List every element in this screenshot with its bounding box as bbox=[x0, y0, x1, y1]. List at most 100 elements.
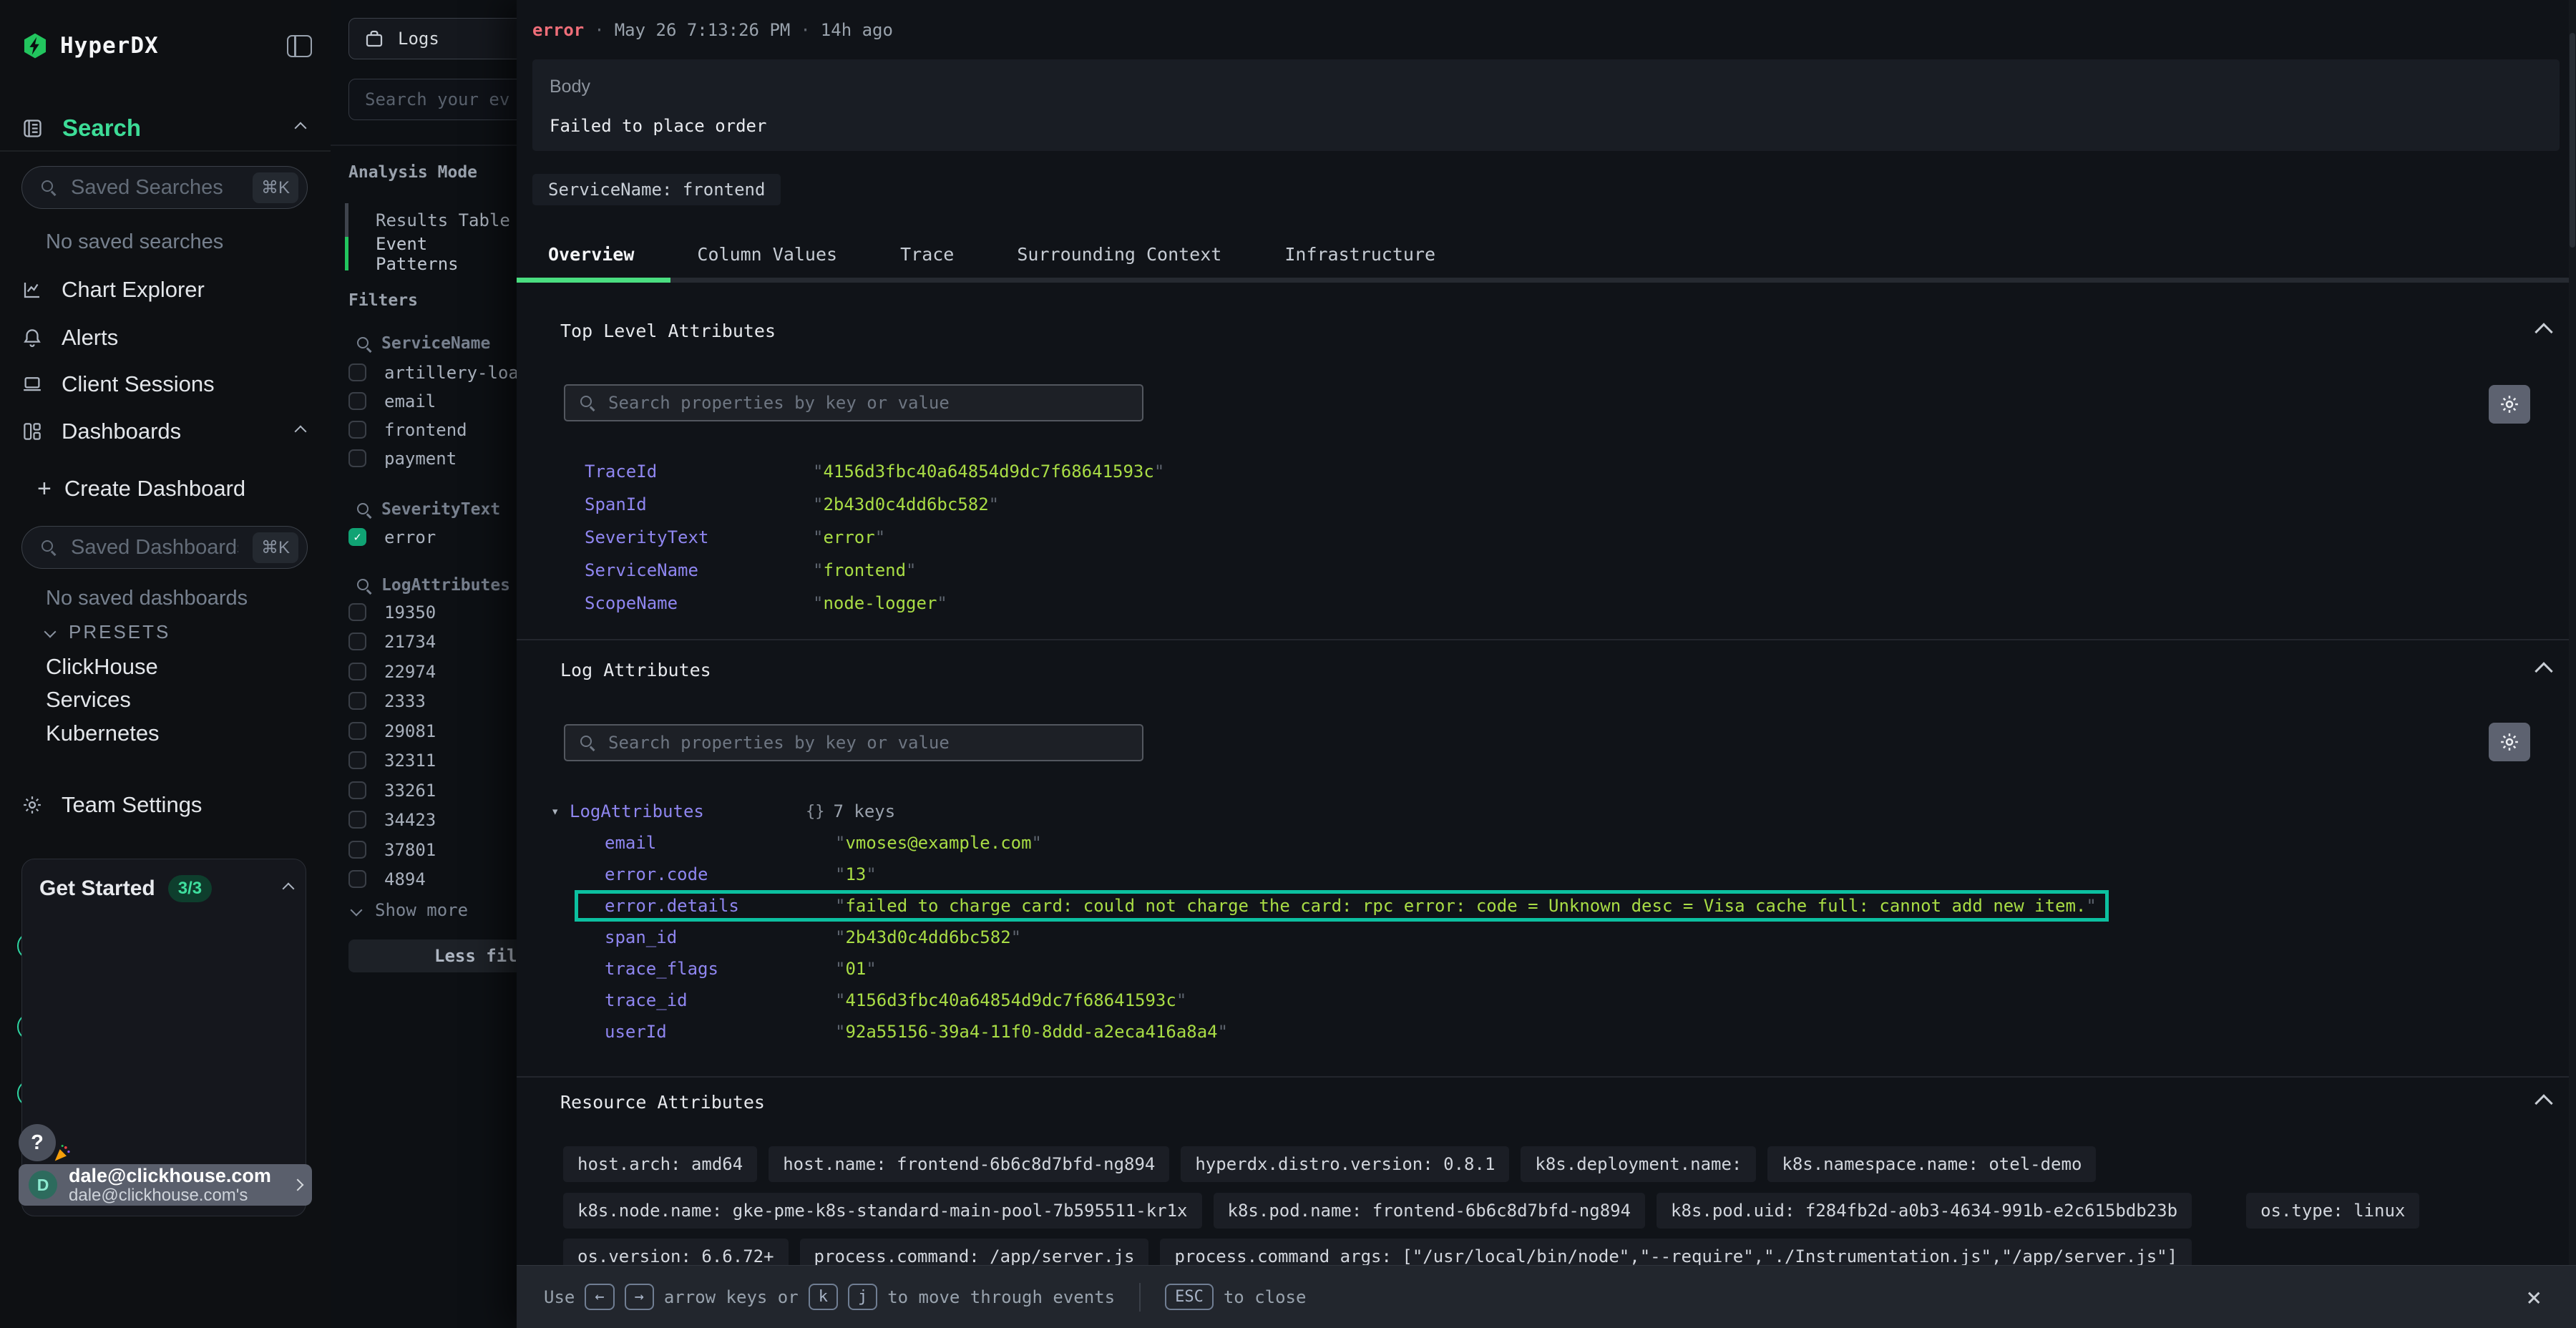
attribute-row[interactable]: error.code "13" bbox=[605, 864, 2109, 885]
attribute-row[interactable]: ScopeName "node-logger" bbox=[585, 592, 1164, 614]
checkbox[interactable] bbox=[348, 392, 366, 410]
attribute-key[interactable]: LogAttributes bbox=[570, 801, 806, 821]
chevron-up-icon[interactable] bbox=[283, 883, 295, 895]
help-button[interactable]: ? bbox=[19, 1124, 56, 1161]
resource-chip[interactable]: os.type: linux bbox=[2246, 1193, 2419, 1229]
filter-option[interactable]: artillery-loa bbox=[348, 363, 517, 382]
attribute-row-highlighted[interactable]: error.details "failed to charge card: co… bbox=[575, 890, 2109, 922]
property-search-input[interactable] bbox=[607, 732, 1128, 753]
checkbox[interactable] bbox=[348, 841, 366, 859]
checkbox[interactable] bbox=[348, 363, 366, 381]
sidebar-item-alerts[interactable]: Alerts bbox=[21, 323, 309, 352]
filter-option[interactable]: email bbox=[348, 391, 436, 411]
search-icon[interactable] bbox=[356, 336, 371, 351]
user-menu[interactable]: D dale@clickhouse.com dale@clickhouse.co… bbox=[19, 1164, 312, 1206]
mode-event-patterns[interactable]: Event Patterns bbox=[345, 237, 517, 270]
filter-option[interactable]: 2333 bbox=[348, 691, 426, 711]
source-select-button[interactable]: Logs bbox=[348, 18, 517, 59]
attribute-key[interactable]: ServiceName bbox=[585, 560, 813, 580]
attribute-key[interactable]: userId bbox=[605, 1022, 835, 1042]
sidebar-item-services[interactable]: Services bbox=[46, 688, 131, 712]
filter-option[interactable]: 19350 bbox=[348, 602, 436, 622]
show-more-button[interactable]: Show more bbox=[352, 900, 468, 920]
attribute-value[interactable]: vmoses@example.com bbox=[845, 833, 1031, 853]
tab-infrastructure[interactable]: Infrastructure bbox=[1253, 230, 1467, 278]
tab-column-values[interactable]: Column Values bbox=[665, 230, 869, 278]
sidebar-item-dashboards[interactable]: Dashboards bbox=[21, 417, 309, 446]
filter-option[interactable]: 33261 bbox=[348, 781, 436, 800]
attribute-value[interactable]: frontend bbox=[823, 560, 906, 580]
attribute-row[interactable]: SeverityText "error" bbox=[585, 527, 1164, 548]
sidebar-item-chart-explorer[interactable]: Chart Explorer bbox=[21, 275, 309, 304]
attribute-key[interactable]: error.code bbox=[605, 864, 835, 884]
create-dashboard-button[interactable]: + Create Dashboard bbox=[37, 474, 245, 503]
property-search-input[interactable] bbox=[607, 392, 1128, 414]
mode-results-table[interactable]: Results Table bbox=[345, 203, 510, 237]
checkbox[interactable] bbox=[348, 811, 366, 829]
attribute-key[interactable]: SeverityText bbox=[585, 527, 813, 547]
tab-overview[interactable]: Overview bbox=[517, 230, 665, 278]
attribute-row[interactable]: email "vmoses@example.com" bbox=[605, 832, 2109, 854]
attribute-value[interactable]: node-logger bbox=[823, 593, 937, 613]
resource-chip[interactable]: hyperdx.distro.version: 0.8.1 bbox=[1181, 1146, 1509, 1182]
collapse-section-icon[interactable] bbox=[2534, 323, 2552, 341]
checkbox[interactable] bbox=[348, 633, 366, 650]
filter-option[interactable]: 37801 bbox=[348, 840, 436, 859]
event-search-box[interactable] bbox=[348, 79, 517, 120]
attribute-row[interactable]: trace_flags "01" bbox=[605, 958, 2109, 980]
attribute-value[interactable]: 13 bbox=[845, 864, 866, 884]
resource-chip[interactable]: k8s.node.name: gke-pme-k8s-standard-main… bbox=[563, 1193, 1202, 1229]
attribute-key[interactable]: ScopeName bbox=[585, 593, 813, 613]
sidebar-item-client-sessions[interactable]: Client Sessions bbox=[21, 370, 309, 399]
attribute-value[interactable]: 92a55156-39a4-11f0-8ddd-a2eca416a8a4 bbox=[845, 1022, 1217, 1042]
attribute-row[interactable]: SpanId "2b43d0c4dd6bc582" bbox=[585, 494, 1164, 515]
collapse-section-icon[interactable] bbox=[2534, 662, 2552, 680]
attribute-value[interactable]: 4156d3fbc40a64854d9dc7f68641593c bbox=[845, 990, 1176, 1010]
attribute-row[interactable]: TraceId "4156d3fbc40a64854d9dc7f68641593… bbox=[585, 461, 1164, 482]
attribute-value[interactable]: error bbox=[823, 527, 874, 547]
attribute-key[interactable]: TraceId bbox=[585, 462, 813, 482]
checkbox[interactable] bbox=[348, 603, 366, 621]
attribute-value[interactable]: 4156d3fbc40a64854d9dc7f68641593c bbox=[823, 462, 1153, 482]
attribute-value[interactable]: 01 bbox=[845, 959, 866, 979]
tree-expand-icon[interactable]: ▾ bbox=[551, 804, 570, 819]
filter-option[interactable]: 32311 bbox=[348, 751, 436, 770]
event-search-input[interactable] bbox=[364, 89, 517, 110]
chevron-up-icon[interactable] bbox=[295, 122, 307, 135]
attribute-row[interactable]: userId "92a55156-39a4-11f0-8ddd-a2eca416… bbox=[605, 1021, 2109, 1043]
saved-dashboards-input[interactable] bbox=[69, 535, 240, 560]
attribute-key[interactable]: SpanId bbox=[585, 494, 813, 514]
sidebar-item-kubernetes[interactable]: Kubernetes bbox=[46, 721, 160, 746]
saved-dashboards-search[interactable]: ⌘K bbox=[21, 526, 308, 569]
attributes-settings-button[interactable] bbox=[2489, 723, 2530, 761]
checkbox[interactable] bbox=[348, 449, 366, 467]
attribute-value[interactable]: failed to charge card: could not charge … bbox=[845, 896, 2086, 916]
service-name-chip[interactable]: ServiceName: frontend bbox=[532, 174, 781, 205]
less-filters-button[interactable]: Less fil bbox=[348, 939, 517, 972]
attribute-value[interactable]: 2b43d0c4dd6bc582 bbox=[845, 927, 1010, 947]
collapse-section-icon[interactable] bbox=[2534, 1094, 2552, 1112]
tab-surrounding-context[interactable]: Surrounding Context bbox=[985, 230, 1253, 278]
search-icon[interactable] bbox=[356, 502, 371, 517]
saved-searches-input[interactable] bbox=[69, 175, 240, 200]
filter-option[interactable]: 34423 bbox=[348, 810, 436, 829]
log-attributes-tree-root[interactable]: ▾ LogAttributes {} 7 keys bbox=[551, 801, 895, 822]
collapse-sidebar-icon[interactable] bbox=[287, 35, 312, 57]
checkbox[interactable] bbox=[348, 870, 366, 888]
attribute-key[interactable]: span_id bbox=[605, 927, 835, 947]
attribute-key[interactable]: trace_id bbox=[605, 990, 835, 1010]
attribute-row[interactable]: trace_id "4156d3fbc40a64854d9dc7f6864159… bbox=[605, 990, 2109, 1011]
attribute-key[interactable]: trace_flags bbox=[605, 959, 835, 979]
checkbox[interactable] bbox=[348, 781, 366, 799]
scrollbar[interactable] bbox=[2569, 0, 2576, 1328]
chevron-up-icon[interactable] bbox=[295, 426, 307, 438]
resource-chip[interactable]: k8s.pod.name: frontend-6b6c8d7bfd-ng894 bbox=[1214, 1193, 1646, 1229]
filter-option[interactable]: 4894 bbox=[348, 869, 426, 889]
attribute-key[interactable]: email bbox=[605, 833, 835, 853]
filter-option-error[interactable]: ✓ error bbox=[348, 527, 436, 547]
property-search-box[interactable] bbox=[564, 724, 1143, 761]
checkbox[interactable] bbox=[348, 421, 366, 439]
scrollbar-thumb[interactable] bbox=[2570, 33, 2575, 248]
attributes-settings-button[interactable] bbox=[2489, 385, 2530, 424]
resource-chip[interactable]: k8s.pod.uid: f284fb2d-a0b3-4634-991b-e2c… bbox=[1657, 1193, 2192, 1229]
